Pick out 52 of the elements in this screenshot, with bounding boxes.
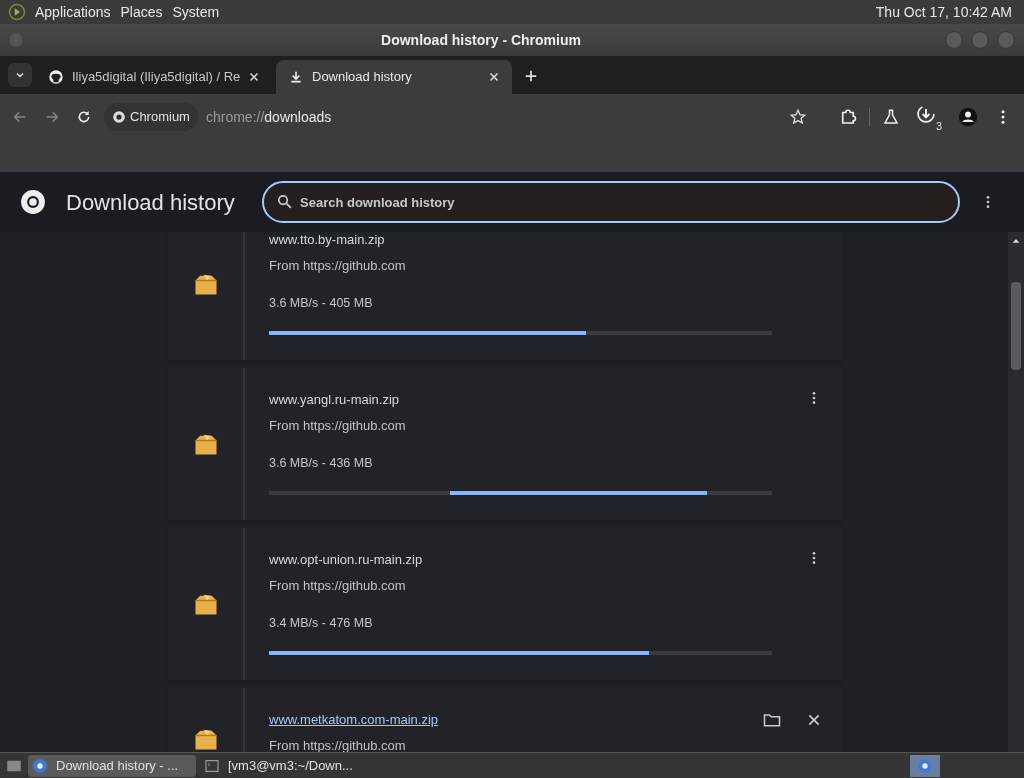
file-source: From https://github.com (269, 416, 406, 435)
close-icon[interactable] (806, 712, 822, 728)
scroll-up-icon[interactable] (1011, 236, 1021, 246)
file-name: www.tto.by-main.zip (269, 232, 385, 249)
file-source: From https://github.com (269, 256, 406, 275)
close-icon[interactable] (248, 71, 260, 83)
browser-icon (917, 757, 933, 774)
search-icon (276, 193, 293, 210)
github-icon (48, 69, 64, 85)
window-title: Download history - Chromium (380, 30, 582, 50)
file-source: From https://github.com (269, 576, 406, 595)
browser-tab[interactable]: Iliya5digital (Iliya5digital) / Re (36, 60, 272, 94)
chromium-icon (112, 110, 126, 124)
extensions-icon[interactable] (839, 108, 857, 126)
scrollbar-thumb[interactable] (1011, 282, 1021, 370)
file-source: From https://github.com (269, 736, 406, 752)
address-field[interactable]: chrome://downloads (205, 106, 789, 128)
download-icon (916, 104, 936, 124)
flask-icon[interactable] (882, 108, 900, 126)
tab-title: Iliya5digital (Iliya5digital) / Re (72, 68, 240, 87)
file-link[interactable]: www.metkatom.com-main.zip (269, 710, 439, 730)
star-icon[interactable] (789, 108, 807, 126)
download-icon (288, 69, 304, 85)
forward-icon[interactable] (44, 109, 60, 125)
menu-item[interactable]: System (167, 1, 225, 23)
search-field[interactable]: Search download history (262, 181, 960, 223)
browser-icon (32, 757, 48, 774)
file-name: www.opt-union.ru-main.zip (269, 551, 423, 569)
reload-icon[interactable] (76, 109, 92, 125)
menu-item[interactable]: Applications (30, 1, 116, 23)
download-status: 3.6 MB/s - 405 MB (269, 295, 373, 312)
taskbar-item[interactable]: Download history - ... (28, 754, 196, 777)
page-title: Download history (66, 188, 236, 217)
file-name: www.yangl.ru-main.zip (269, 391, 400, 409)
menu-item[interactable]: Places (115, 1, 168, 23)
clock: Thu Oct 17, 10:42 AM (875, 2, 1013, 22)
tab-title: Download history (312, 68, 413, 87)
close-icon[interactable] (488, 71, 500, 83)
logo-icon[interactable] (8, 3, 26, 21)
taskbar-item[interactable]: [vm3@vm3:~/Down... (200, 754, 368, 777)
profile-icon[interactable] (958, 107, 978, 127)
tray-button[interactable] (910, 754, 940, 777)
download-status: 3.6 MB/s - 436 MB (269, 455, 373, 472)
new-tab-icon[interactable] (524, 69, 538, 83)
tab-list-button[interactable] (8, 63, 32, 87)
scrollbar[interactable] (1008, 232, 1024, 752)
download-status: 3.4 MB/s - 476 MB (269, 615, 373, 632)
terminal-icon (204, 757, 220, 774)
browser-tab[interactable]: Download history (276, 60, 512, 94)
back-icon[interactable] (12, 109, 28, 125)
site-chip[interactable]: Chromium (104, 103, 198, 131)
chromium-icon (20, 189, 46, 215)
